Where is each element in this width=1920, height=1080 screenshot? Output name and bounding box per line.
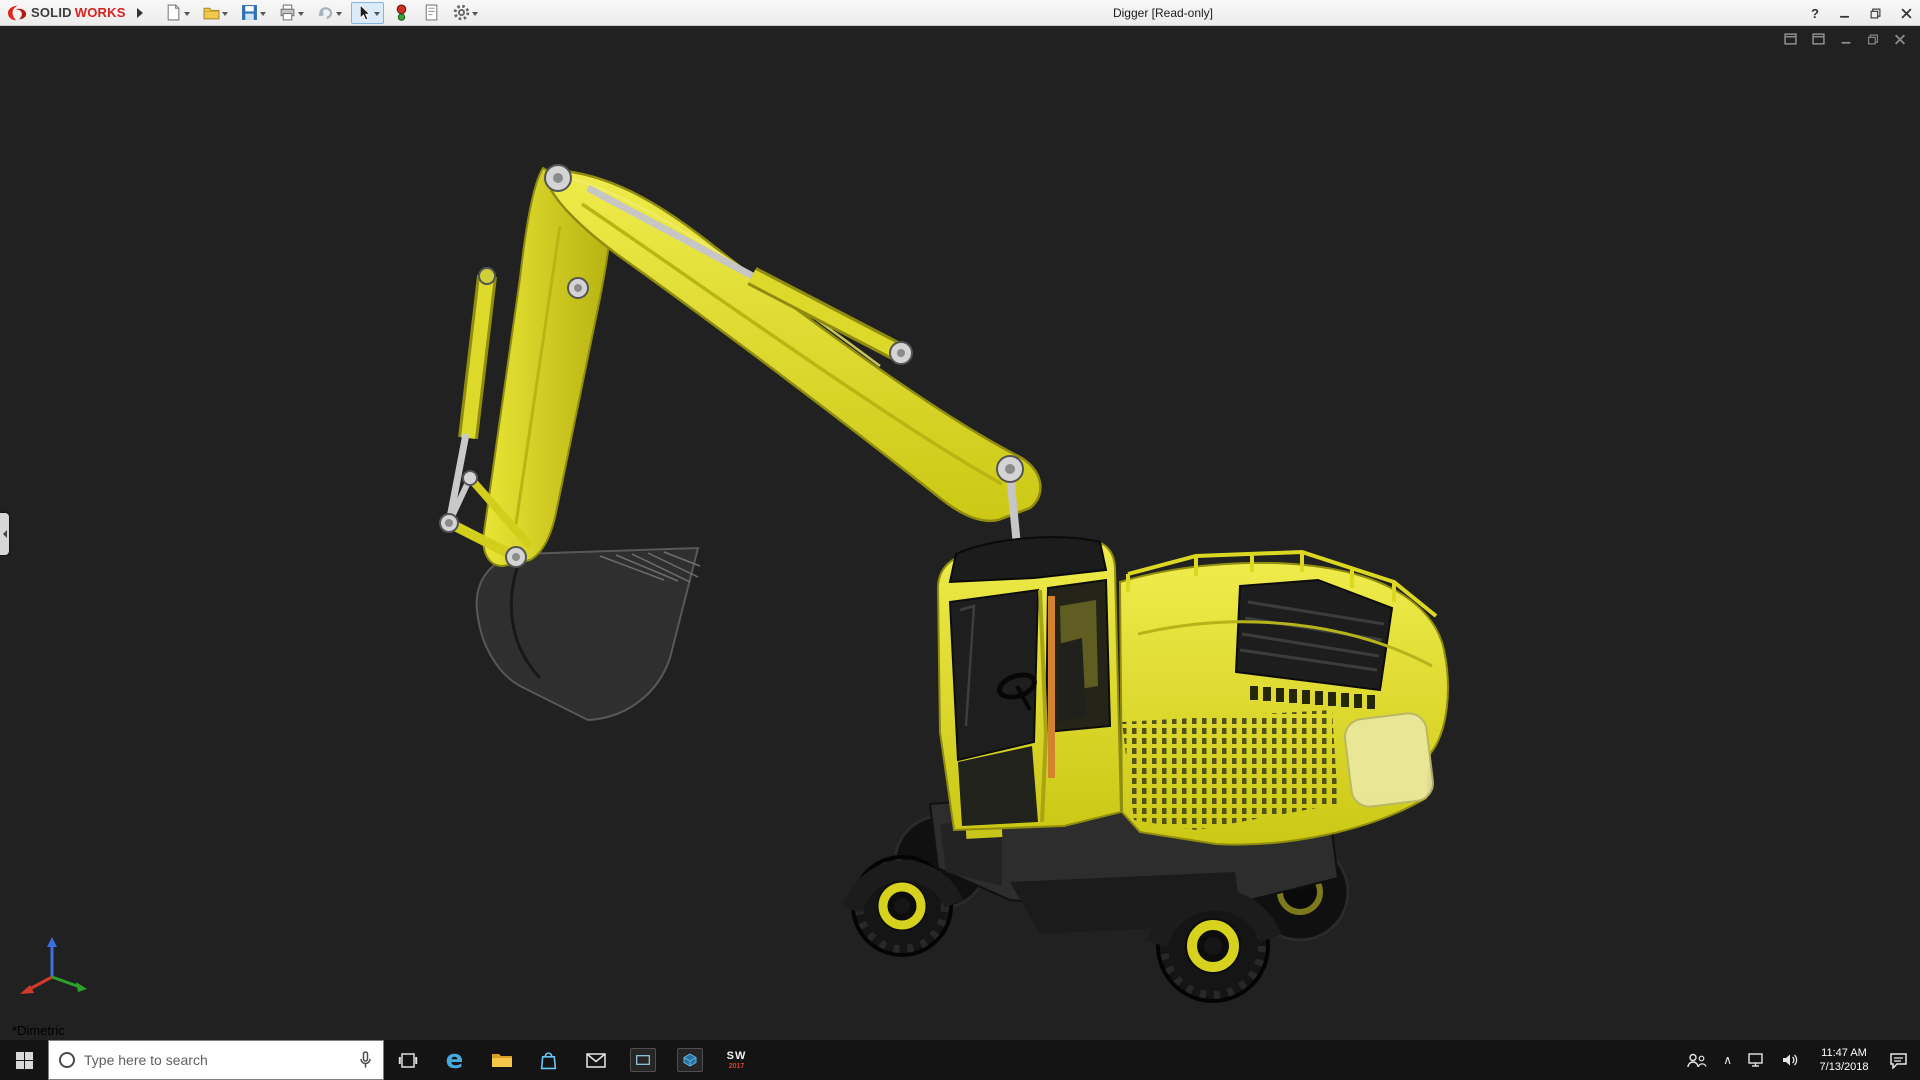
solidworks-2017-icon: SW 2017 bbox=[727, 1051, 747, 1070]
windows-logo-icon bbox=[16, 1052, 33, 1069]
store-button[interactable] bbox=[525, 1040, 572, 1080]
orientation-triad bbox=[14, 929, 98, 1010]
task-view-icon bbox=[398, 1052, 418, 1069]
undo-button[interactable] bbox=[313, 2, 346, 24]
new-document-icon bbox=[165, 4, 182, 21]
chevron-down-icon[interactable] bbox=[336, 12, 342, 19]
taskbar: e bbox=[0, 1040, 1920, 1080]
z-axis-arrow bbox=[47, 937, 57, 947]
save-floppy-icon bbox=[241, 4, 258, 21]
chevron-left-icon bbox=[3, 530, 7, 538]
options-gear-icon bbox=[453, 4, 470, 21]
media-app-button[interactable] bbox=[619, 1040, 666, 1080]
hidden-icons-chevron[interactable]: ∧ bbox=[1723, 1053, 1732, 1067]
help-button[interactable]: ? bbox=[1811, 6, 1819, 21]
options-button[interactable] bbox=[449, 2, 482, 24]
action-center-icon[interactable] bbox=[1889, 1052, 1908, 1069]
seat bbox=[1058, 638, 1086, 722]
graphics-viewport[interactable]: *Dimetric bbox=[0, 26, 1920, 1040]
file-explorer-button[interactable] bbox=[478, 1040, 525, 1080]
file-properties-button[interactable] bbox=[419, 2, 444, 24]
system-tray: ∧ 11:47 AM 7/13/2018 bbox=[1675, 1040, 1920, 1080]
file-explorer-icon bbox=[491, 1051, 513, 1069]
cab[interactable] bbox=[938, 537, 1121, 830]
restore-doc-icon[interactable] bbox=[1867, 34, 1879, 45]
clock-date: 7/13/2018 bbox=[1815, 1060, 1873, 1074]
screen: SOLIDWORKS bbox=[0, 0, 1920, 1080]
menu-flyout-arrow-icon[interactable] bbox=[137, 8, 143, 18]
quick-access-toolbar bbox=[161, 2, 482, 24]
cad-viewer-button[interactable] bbox=[666, 1040, 713, 1080]
y-axis-arrow bbox=[76, 982, 87, 992]
titlebar: SOLIDWORKS bbox=[0, 0, 1920, 26]
save-button[interactable] bbox=[237, 2, 270, 24]
people-icon[interactable] bbox=[1687, 1053, 1707, 1068]
feature-pane-flyout-tab[interactable] bbox=[0, 513, 9, 555]
select-cursor-icon bbox=[355, 4, 372, 21]
window-controls: ? bbox=[1811, 0, 1912, 26]
rebuild-button[interactable] bbox=[389, 2, 414, 24]
document-icon[interactable] bbox=[1812, 33, 1825, 45]
search-input[interactable] bbox=[84, 1052, 349, 1068]
store-bag-icon bbox=[539, 1051, 558, 1070]
taskbar-clock[interactable]: 11:47 AM 7/13/2018 bbox=[1815, 1046, 1873, 1074]
brand-suffix: WORKS bbox=[75, 5, 126, 20]
edge-icon: e bbox=[446, 1047, 464, 1073]
taskbar-spacer bbox=[760, 1040, 1675, 1080]
minimize-icon bbox=[1839, 8, 1850, 19]
document-window-controls bbox=[1784, 33, 1906, 45]
excavator-model[interactable] bbox=[0, 26, 1920, 1040]
taskbar-search[interactable] bbox=[48, 1040, 384, 1080]
volume-icon[interactable] bbox=[1782, 1053, 1799, 1067]
restore-button[interactable] bbox=[1870, 8, 1881, 19]
microphone-icon[interactable] bbox=[358, 1051, 373, 1069]
close-icon bbox=[1901, 8, 1912, 19]
rebuild-stoplight-icon bbox=[393, 4, 410, 21]
chevron-down-icon[interactable] bbox=[374, 12, 380, 19]
task-view-button[interactable] bbox=[384, 1040, 431, 1080]
chevron-down-icon[interactable] bbox=[298, 12, 304, 19]
chevron-down-icon[interactable] bbox=[472, 12, 478, 19]
new-document-button[interactable] bbox=[161, 2, 194, 24]
brand-prefix: SOLID bbox=[31, 5, 72, 20]
print-icon bbox=[279, 4, 296, 21]
cad-viewer-cube-icon bbox=[677, 1048, 703, 1072]
close-button[interactable] bbox=[1901, 8, 1912, 19]
open-folder-icon bbox=[203, 4, 220, 21]
document-icon[interactable] bbox=[1784, 33, 1797, 45]
mail-button[interactable] bbox=[572, 1040, 619, 1080]
document-title: Digger [Read-only] bbox=[1113, 0, 1213, 26]
select-tool-button[interactable] bbox=[351, 2, 384, 24]
solidworks-2017-button[interactable]: SW 2017 bbox=[713, 1040, 760, 1080]
media-app-icon bbox=[630, 1048, 656, 1072]
open-button[interactable] bbox=[199, 2, 232, 24]
cortana-icon bbox=[59, 1052, 75, 1068]
solidworks-logo: SOLIDWORKS bbox=[0, 4, 147, 22]
network-icon[interactable] bbox=[1748, 1053, 1766, 1067]
file-properties-icon bbox=[423, 4, 440, 21]
minimize-doc-icon[interactable] bbox=[1840, 34, 1852, 45]
upper-body[interactable] bbox=[1120, 552, 1448, 845]
orange-pillar bbox=[1048, 596, 1055, 778]
chevron-down-icon[interactable] bbox=[260, 12, 266, 19]
close-doc-icon[interactable] bbox=[1894, 34, 1906, 45]
start-button[interactable] bbox=[0, 1040, 48, 1080]
undo-icon bbox=[317, 4, 334, 21]
chevron-down-icon[interactable] bbox=[184, 12, 190, 19]
dassault-3ds-icon bbox=[6, 4, 28, 22]
print-button[interactable] bbox=[275, 2, 308, 24]
body-end-panel bbox=[1343, 711, 1435, 808]
edge-button[interactable]: e bbox=[431, 1040, 478, 1080]
clock-time: 11:47 AM bbox=[1815, 1046, 1873, 1060]
minimize-button[interactable] bbox=[1839, 8, 1850, 19]
restore-icon bbox=[1870, 8, 1881, 19]
view-orientation-label: *Dimetric bbox=[12, 1023, 65, 1038]
chevron-down-icon[interactable] bbox=[222, 12, 228, 19]
mail-envelope-icon bbox=[586, 1053, 606, 1068]
